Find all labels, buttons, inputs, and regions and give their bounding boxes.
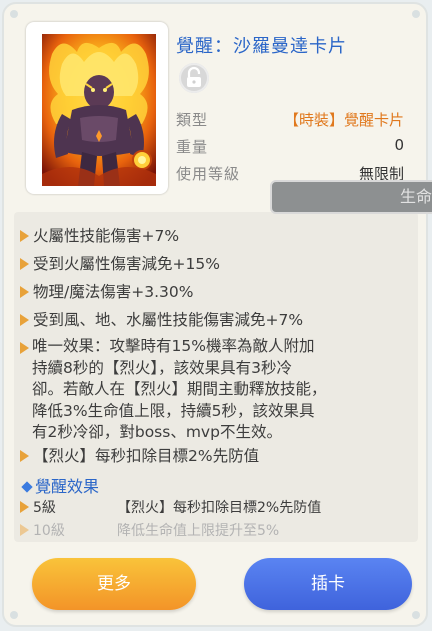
awakening-level-row: 5級 【烈火】每秒扣除目標2%先防值 xyxy=(20,497,321,517)
arrow-icon xyxy=(20,501,29,513)
card-illustration xyxy=(42,34,156,186)
arrow-icon xyxy=(20,342,29,354)
weight-value: 0 xyxy=(394,136,404,154)
arrow-icon xyxy=(20,258,29,270)
level-requirement-label: 使用等級 xyxy=(176,165,241,183)
arrow-icon xyxy=(20,524,29,536)
corner-dot-left xyxy=(10,10,18,18)
corner-dot-bottom-right xyxy=(412,611,420,619)
arrow-icon xyxy=(20,286,29,298)
effect-line: 受到火屬性傷害減免+15% xyxy=(20,252,220,274)
more-button[interactable]: 更多 xyxy=(32,558,196,610)
arrow-icon xyxy=(20,230,29,242)
arrow-icon xyxy=(20,314,29,326)
effect-line: 火屬性技能傷害+7% xyxy=(20,224,179,246)
lock-icon[interactable] xyxy=(179,63,209,93)
weight-label: 重量 xyxy=(176,138,209,156)
diamond-icon xyxy=(21,481,33,493)
insert-card-button[interactable]: 插卡 xyxy=(244,558,412,610)
corner-dot-bottom-left xyxy=(10,611,18,619)
type-value: 【時裝】覺醒卡片 xyxy=(283,111,404,129)
item-title: 覺醒：沙羅曼達卡片 xyxy=(176,36,347,57)
awakening-heading: 覺醒效果 xyxy=(20,473,99,497)
arrow-icon xyxy=(20,450,29,462)
effect-line: 受到風、地、水屬性技能傷害減免+7% xyxy=(20,308,303,330)
effect-line: 物理/魔法傷害+3.30% xyxy=(20,280,193,302)
effects-panel: 火屬性技能傷害+7% 受到火屬性傷害減免+15% 物理/魔法傷害+3.30% 受… xyxy=(14,212,418,542)
burn-effect-line: 【烈火】每秒扣除目標2%先防值 xyxy=(20,444,259,466)
awakening-level-row: 10級 降低生命值上限提升至5% xyxy=(20,520,279,540)
corner-dot-right xyxy=(412,10,420,18)
unique-effect-text: 唯一效果：攻擊時有15%機率為敵人附加 持續8秒的【烈火】，該效果具有3秒冷 卻… xyxy=(32,337,327,441)
type-label: 類型 xyxy=(176,111,209,129)
item-detail-panel: 覺醒：沙羅曼達卡片 類型 【時裝】覺醒卡片 重量 0 使用等級 無限制 火屬性技… xyxy=(2,2,428,627)
attribute-tooltip: 生命 xyxy=(270,180,432,214)
